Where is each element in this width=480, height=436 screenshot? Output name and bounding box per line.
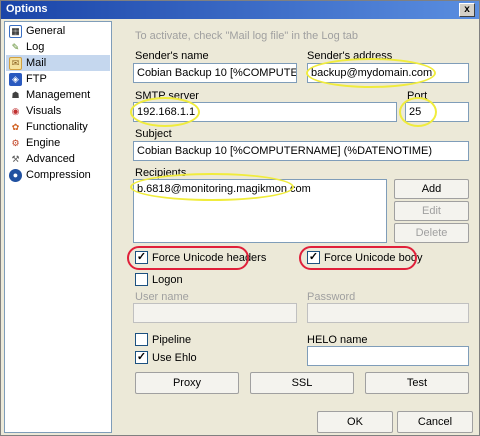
sidebar-item-general[interactable]: ▦ General [6,23,110,39]
smtp-server-field[interactable]: 192.168.1.1 [133,102,397,122]
force-unicode-body-checkbox[interactable]: ✓ Force Unicode body [307,251,422,264]
sidebar-item-label: General [26,25,66,37]
sidebar-nav: ▦ General ✎ Log ✉ Mail ◈ FTP ☗ Managemen… [4,21,112,433]
sidebar-item-label: Engine [26,137,61,149]
sidebar-item-advanced[interactable]: ⚒ Advanced [6,151,110,167]
sidebar-item-visuals[interactable]: ◉ Visuals [6,103,110,119]
title-bar[interactable]: Options x [1,1,479,19]
functionality-icon: ✿ [11,121,20,132]
ssl-button[interactable]: SSL [250,372,354,394]
sidebar-item-compression[interactable]: ● Compression [6,167,110,183]
engine-icon: ⚙ [11,137,20,148]
use-ehlo-label: Use Ehlo [152,351,197,364]
compression-icon: ● [9,168,22,182]
sidebar-item-functionality[interactable]: ✿ Functionality [6,119,110,135]
logon-checkbox[interactable]: Logon [135,273,183,286]
sidebar-item-log[interactable]: ✎ Log [6,39,110,55]
force-unicode-headers-checkbox[interactable]: ✓ Force Unicode headers [135,251,266,264]
edit-button[interactable]: Edit [394,201,469,221]
ok-button[interactable]: OK [317,411,393,433]
log-icon: ✎ [11,41,20,52]
helo-name-label: HELO name [307,334,368,346]
proxy-button[interactable]: Proxy [135,372,239,394]
sidebar-item-ftp[interactable]: ◈ FTP [6,71,110,87]
smtp-server-label: SMTP server [135,90,199,102]
cancel-button[interactable]: Cancel [397,411,473,433]
add-button[interactable]: Add [394,179,469,199]
helo-name-field[interactable] [307,346,469,366]
force-unicode-body-label: Force Unicode body [324,251,423,264]
delete-button[interactable]: Delete [394,223,469,243]
subject-field[interactable]: Cobian Backup 10 [%COMPUTERNAME] (%DATEN… [133,141,469,161]
sidebar-item-label: Advanced [26,153,75,165]
user-name-label: User name [135,291,189,303]
sender-address-field[interactable]: backup@mydomain.com [307,63,469,83]
sender-name-label: Sender's name [135,50,209,62]
window-title: Options [6,3,48,15]
close-button[interactable]: x [459,3,475,17]
port-field[interactable]: 25 [405,102,469,122]
subject-label: Subject [135,128,172,140]
pipeline-label: Pipeline [152,333,192,346]
general-icon: ▦ [9,24,22,38]
activation-hint: To activate, check "Mail log file" in th… [135,30,359,42]
sidebar-item-label: Mail [26,57,47,69]
options-window: Options x ▦ General ✎ Log ✉ Mail ◈ FTP ☗… [0,0,480,436]
checkbox-mark[interactable]: ✓ [307,251,320,264]
sidebar-item-label: Log [26,41,45,53]
password-label: Password [307,291,356,303]
sidebar-item-engine[interactable]: ⚙ Engine [6,135,110,151]
advanced-icon: ⚒ [11,153,20,164]
recipients-label: Recipients [135,167,187,179]
port-label: Port [407,90,428,102]
pipeline-checkbox[interactable]: Pipeline [135,333,191,346]
visuals-icon: ◉ [11,105,20,116]
password-field[interactable] [307,303,469,323]
management-icon: ☗ [11,89,20,100]
user-name-field[interactable] [133,303,297,323]
sidebar-item-label: Functionality [26,121,88,133]
logon-label: Logon [152,273,183,286]
recipients-list[interactable]: b.6818@monitoring.magikmon.com [133,179,387,243]
checkbox-mark[interactable] [135,273,148,286]
sidebar-item-mail[interactable]: ✉ Mail [6,55,110,71]
sidebar-item-label: Management [26,89,91,101]
checkbox-mark[interactable]: ✓ [135,351,148,364]
use-ehlo-checkbox[interactable]: ✓ Use Ehlo [135,351,197,364]
checkbox-mark[interactable]: ✓ [135,251,148,264]
mail-icon: ✉ [9,56,22,70]
sender-name-field[interactable]: Cobian Backup 10 [%COMPUTERNAME] [133,63,297,83]
ftp-icon: ◈ [9,72,22,86]
test-button[interactable]: Test [365,372,469,394]
sender-address-label: Sender's address [307,50,393,62]
sidebar-item-label: Visuals [26,105,62,117]
list-item[interactable]: b.6818@monitoring.magikmon.com [137,182,383,196]
sidebar-item-label: FTP [26,73,47,85]
sidebar-item-management[interactable]: ☗ Management [6,87,110,103]
sidebar-item-label: Compression [26,169,91,181]
checkbox-mark[interactable] [135,333,148,346]
force-unicode-headers-label: Force Unicode headers [152,251,267,264]
